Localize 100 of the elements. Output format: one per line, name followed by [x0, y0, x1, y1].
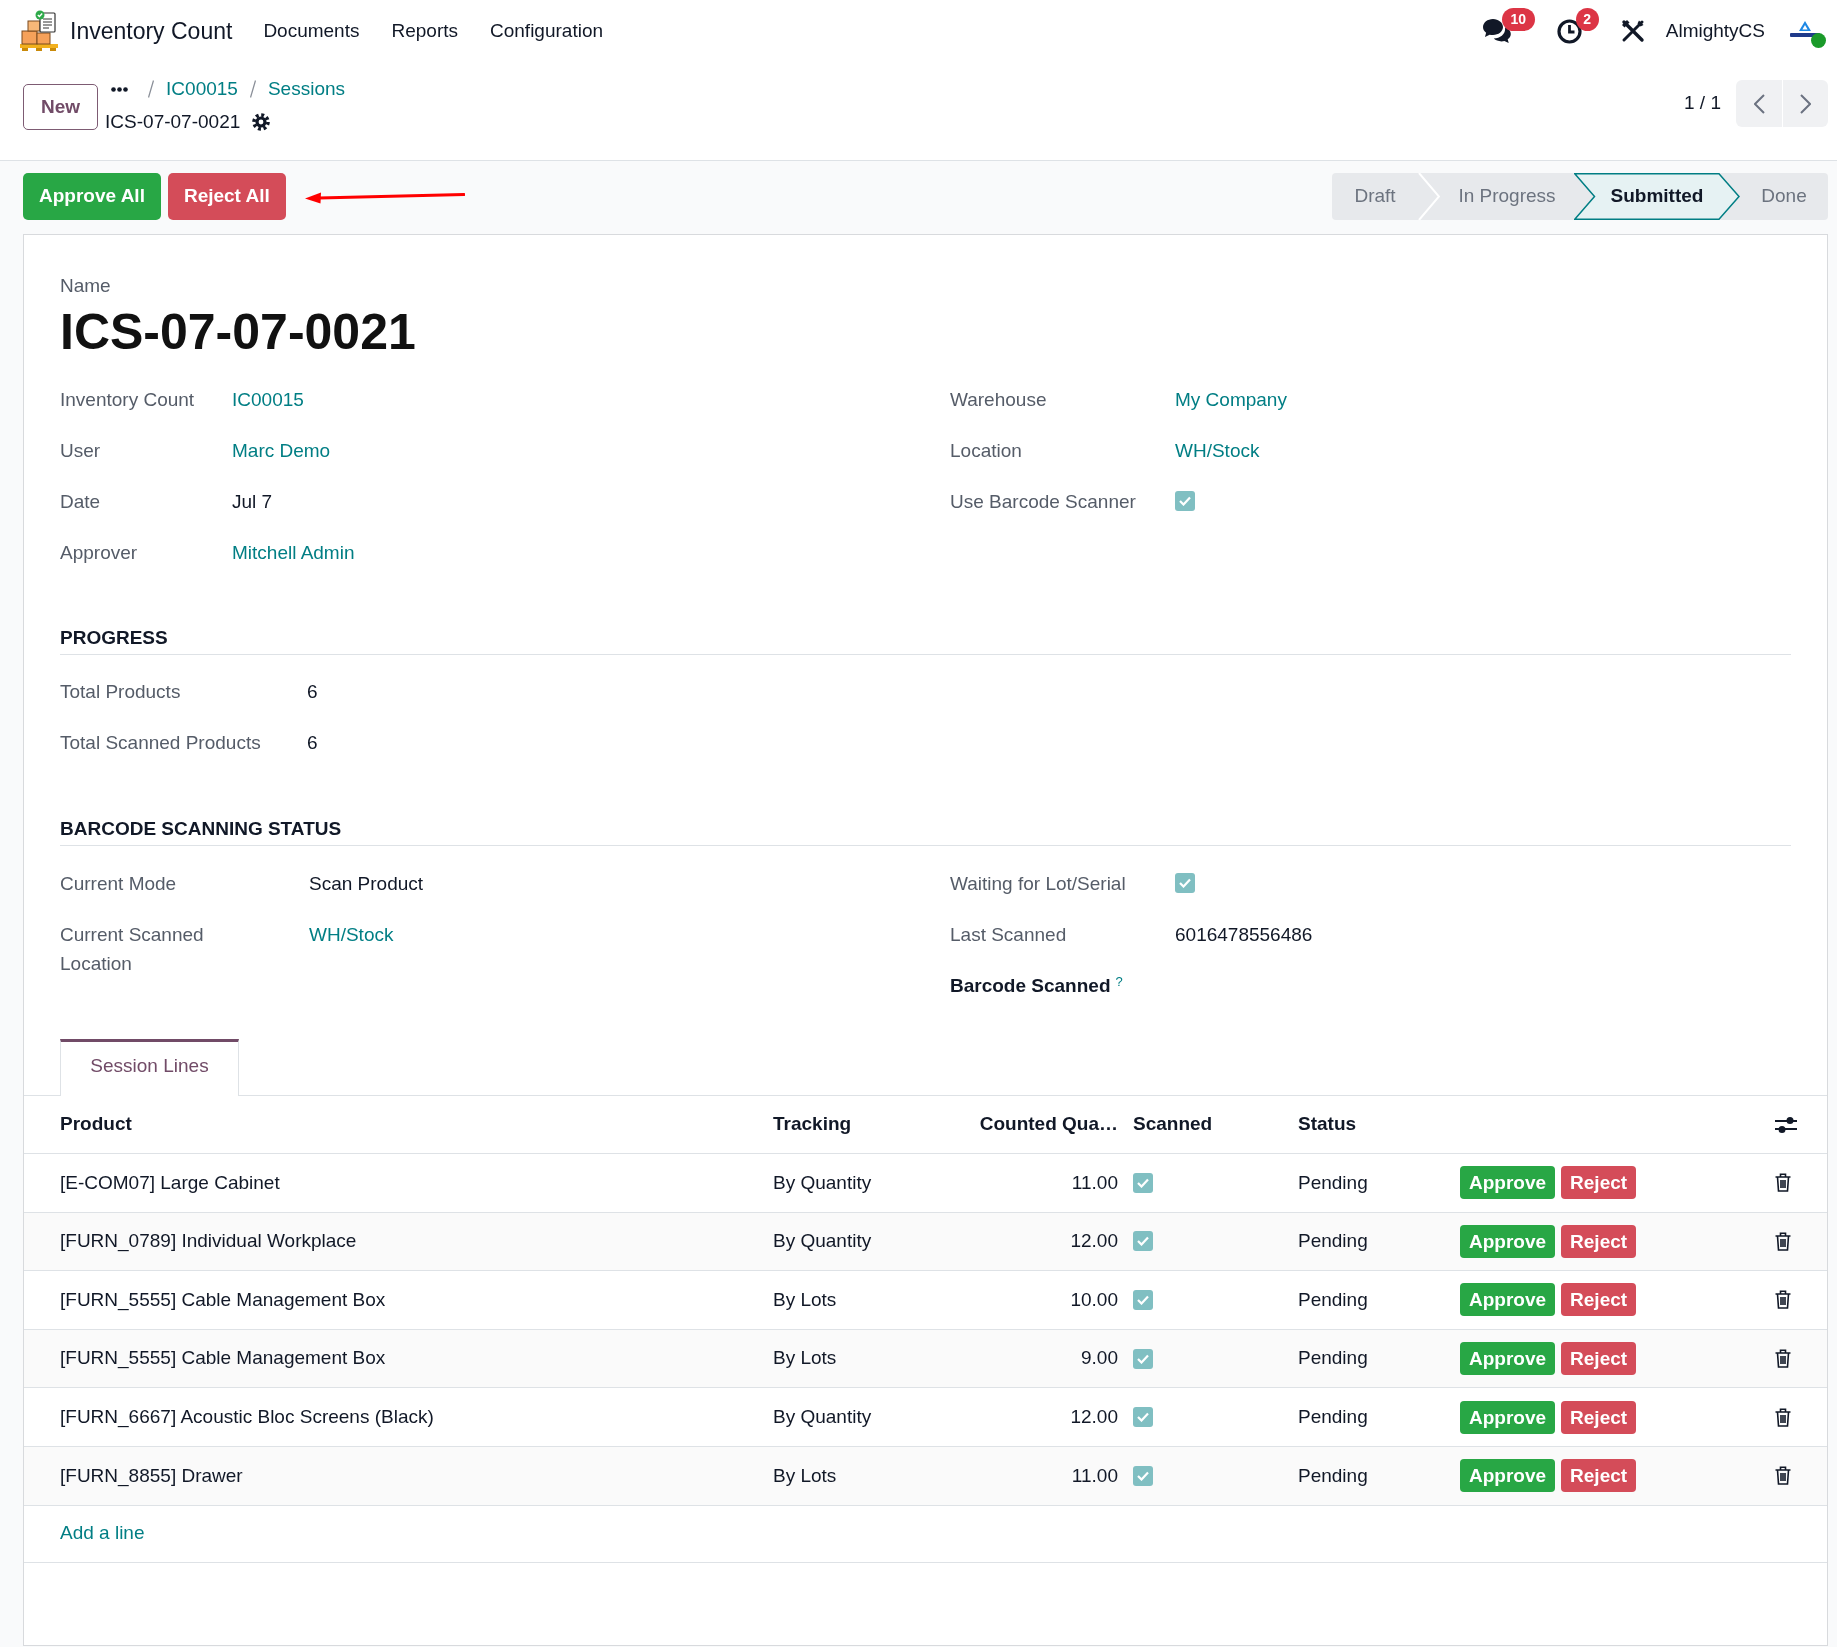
- field-link[interactable]: My Company: [1175, 385, 1287, 414]
- notification-badge: 2: [1575, 7, 1599, 31]
- check-icon: [1179, 496, 1191, 506]
- gear-icon[interactable]: [252, 113, 271, 131]
- status-step[interactable]: Submitted: [1574, 173, 1740, 220]
- chevron-right-icon: [1800, 93, 1811, 114]
- reject-button[interactable]: Reject: [1561, 1400, 1637, 1434]
- column-header[interactable]: Product: [60, 1113, 132, 1135]
- field-value: Scan Product: [309, 872, 424, 896]
- checkbox[interactable]: [1133, 1290, 1153, 1310]
- table-cell: By Quantity: [773, 1230, 872, 1252]
- table-cell: [FURN_6667] Acoustic Bloc Screens (Black): [60, 1405, 434, 1427]
- user-name[interactable]: AlmightyCS: [1665, 16, 1765, 46]
- field-link[interactable]: WH/Stock: [1175, 436, 1260, 465]
- pager-next-button[interactable]: [1782, 80, 1828, 127]
- checkbox[interactable]: [1133, 1407, 1153, 1428]
- breadcrumb-link[interactable]: Sessions: [267, 74, 346, 104]
- checkbox[interactable]: [1133, 1172, 1153, 1193]
- status-step[interactable]: Draft: [1332, 173, 1418, 220]
- add-line-link[interactable]: Add a line: [60, 1519, 145, 1548]
- field-value: Jul 7: [232, 490, 273, 514]
- column-settings-icon[interactable]: [1775, 1115, 1797, 1134]
- column-header[interactable]: Scanned: [1133, 1113, 1213, 1135]
- trash-icon[interactable]: [1775, 1231, 1791, 1251]
- table-cell: [FURN_8855] Drawer: [60, 1464, 243, 1486]
- field-link[interactable]: IC00015: [232, 385, 304, 414]
- menu-item[interactable]: Documents: [247, 16, 376, 46]
- reject-button[interactable]: Reject: [1561, 1166, 1637, 1200]
- status-step[interactable]: In Progress: [1440, 173, 1574, 220]
- chevron-left-icon: [1753, 93, 1765, 114]
- trash-icon[interactable]: [1775, 1466, 1791, 1486]
- app-name[interactable]: Inventory Count: [70, 13, 233, 49]
- approve-button[interactable]: Approve: [1460, 1400, 1556, 1434]
- check-icon: [1137, 1470, 1149, 1481]
- checkbox[interactable]: [1133, 1348, 1153, 1369]
- trash-icon[interactable]: [1775, 1349, 1791, 1369]
- tools-icon[interactable]: [1620, 19, 1645, 43]
- breadcrumb-link[interactable]: IC00015: [166, 74, 238, 104]
- column-header[interactable]: Status: [1298, 1113, 1357, 1135]
- table-cell: Pending: [1298, 1288, 1368, 1310]
- checkbox[interactable]: [1175, 873, 1195, 893]
- field-label: Use Barcode Scanner: [950, 491, 1136, 512]
- tab[interactable]: Session Lines: [60, 1039, 239, 1096]
- table-cell: By Quantity: [773, 1171, 872, 1193]
- field-label: Barcode Scanned: [950, 975, 1111, 996]
- table-cell: 11.00: [1071, 1464, 1118, 1486]
- field-label: Inventory Count: [60, 389, 195, 410]
- approve-button[interactable]: Approve: [1460, 1224, 1556, 1258]
- pager-previous-button[interactable]: [1736, 80, 1782, 127]
- table-cell: 12.00: [1070, 1405, 1118, 1427]
- table-cell: Pending: [1298, 1464, 1368, 1486]
- table-cell: [FURN_0789] Individual Workplace: [60, 1230, 357, 1252]
- reject-button[interactable]: Reject: [1561, 1342, 1637, 1376]
- approve-all-button[interactable]: Approve All: [23, 173, 161, 220]
- column-header[interactable]: Counted Qua…: [979, 1113, 1118, 1135]
- section-title: BARCODE SCANNING STATUS: [60, 818, 342, 839]
- table-cell: By Quantity: [773, 1405, 872, 1427]
- table-cell: [E-COM07] Large Cabinet: [60, 1171, 280, 1193]
- clock-icon[interactable]: [1556, 18, 1582, 44]
- table-row[interactable]: [FURN_5555] Cable Management Box By Lots 9.00 Pending Approve Reject: [24, 1329, 1827, 1389]
- field-link[interactable]: Mitchell Admin: [232, 538, 355, 567]
- field-link[interactable]: WH/Stock: [309, 920, 394, 949]
- chat-icon[interactable]: [1481, 18, 1512, 44]
- online-status-icon: [1811, 33, 1826, 48]
- new-button[interactable]: New: [23, 84, 99, 130]
- checkbox[interactable]: [1133, 1465, 1153, 1486]
- column-header[interactable]: Tracking: [773, 1113, 852, 1135]
- trash-icon[interactable]: [1775, 1407, 1791, 1427]
- reject-button[interactable]: Reject: [1561, 1459, 1637, 1493]
- status-step[interactable]: Done: [1740, 173, 1828, 220]
- table-cell: By Lots: [773, 1288, 837, 1310]
- trash-icon[interactable]: [1775, 1173, 1791, 1193]
- approve-button[interactable]: Approve: [1460, 1166, 1556, 1200]
- field-label: Date: [60, 491, 101, 512]
- table-cell: By Lots: [773, 1464, 837, 1486]
- field-label: Current Scanned Location: [60, 924, 204, 974]
- reject-all-button[interactable]: Reject All: [167, 173, 286, 220]
- table-row[interactable]: [FURN_0789] Individual Workplace By Quantity 12.00 Pending Approve Reject: [24, 1212, 1827, 1272]
- approve-button[interactable]: Approve: [1460, 1342, 1556, 1376]
- menu-item[interactable]: Configuration: [474, 16, 620, 46]
- check-icon: [1137, 1412, 1149, 1423]
- reject-button[interactable]: Reject: [1561, 1283, 1637, 1317]
- approve-button[interactable]: Approve: [1460, 1459, 1556, 1493]
- check-icon: [1137, 1236, 1149, 1247]
- app-logo-icon[interactable]: [20, 10, 58, 52]
- checkbox[interactable]: [1133, 1231, 1153, 1252]
- trash-icon[interactable]: [1775, 1290, 1791, 1310]
- breadcrumb-slash-icon: [148, 80, 155, 98]
- table-cell: 11.00: [1071, 1171, 1118, 1193]
- table-cell: Pending: [1298, 1405, 1368, 1427]
- table-row[interactable]: [FURN_8855] Drawer By Lots 11.00 Pending Approve Reject: [24, 1446, 1827, 1506]
- field-label: Warehouse: [950, 389, 1047, 410]
- approve-button[interactable]: Approve: [1460, 1283, 1556, 1317]
- menu-item[interactable]: Reports: [375, 16, 474, 46]
- record-name: ICS-07-07-0021: [60, 303, 416, 362]
- reject-button[interactable]: Reject: [1561, 1224, 1637, 1258]
- ellipsis-icon[interactable]: [111, 86, 129, 92]
- help-tooltip[interactable]: ?: [1115, 973, 1123, 989]
- checkbox[interactable]: [1175, 491, 1195, 511]
- field-link[interactable]: Marc Demo: [232, 436, 331, 465]
